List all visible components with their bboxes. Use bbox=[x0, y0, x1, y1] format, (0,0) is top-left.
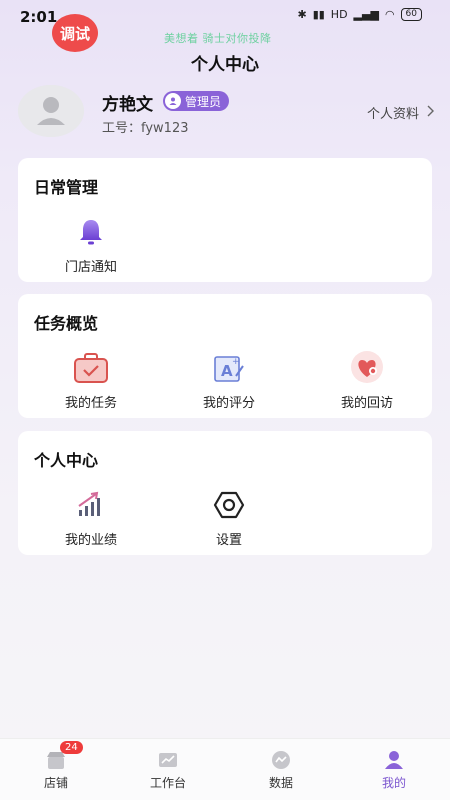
nav-label: 工作台 bbox=[149, 776, 186, 790]
user-name: 方艳文 bbox=[102, 95, 153, 115]
item-label: 设置 bbox=[215, 533, 242, 548]
my-revisit-item[interactable]: 我的回访 bbox=[312, 348, 422, 411]
nav-tab-mine[interactable]: 我的 bbox=[338, 739, 450, 800]
signal-icon: ▂▄▆ bbox=[353, 8, 379, 21]
profile-icon bbox=[383, 749, 405, 771]
wifi-icon: ◠ bbox=[384, 8, 395, 21]
bell-icon bbox=[71, 212, 111, 252]
settings-item[interactable]: 设置 bbox=[174, 485, 284, 548]
item-label: 我的回访 bbox=[340, 396, 393, 411]
store-badge: 24 bbox=[60, 741, 83, 754]
svg-text:+: + bbox=[232, 357, 240, 367]
vibrate-icon: ▮▮ bbox=[312, 8, 325, 21]
page-title: 个人中心 bbox=[191, 55, 259, 75]
nav-label: 我的 bbox=[381, 776, 406, 790]
card-title: 任务概览 bbox=[34, 314, 99, 333]
item-label: 我的评分 bbox=[202, 396, 255, 411]
avatar-placeholder-icon bbox=[18, 85, 84, 137]
heart-chat-icon bbox=[347, 348, 387, 388]
store-notice-item[interactable]: 门店通知 bbox=[36, 212, 146, 275]
profile-link[interactable]: 个人资料 bbox=[367, 103, 434, 122]
daily-management-card: 日常管理 门店通知 bbox=[18, 158, 432, 282]
battery-icon: 60 bbox=[400, 8, 422, 21]
nav-label: 店铺 bbox=[43, 776, 68, 790]
item-label: 我的任务 bbox=[64, 396, 117, 411]
nav-tab-data[interactable]: 数据 bbox=[225, 739, 337, 800]
debug-badge[interactable]: 调试 bbox=[52, 14, 98, 52]
task-overview-card: 任务概览 我的任务 A + 我的评分 我的回访 bbox=[18, 294, 432, 418]
gear-icon bbox=[209, 485, 249, 525]
performance-chart-icon bbox=[71, 485, 111, 525]
data-icon bbox=[270, 749, 292, 771]
nav-tab-store[interactable]: 24 店铺 bbox=[0, 739, 112, 800]
profile-link-label: 个人资料 bbox=[366, 107, 419, 122]
work-id: 工号：fyw123 bbox=[102, 121, 189, 136]
item-label: 我的业绩 bbox=[64, 533, 117, 548]
status-time: 2:01 bbox=[20, 8, 58, 26]
rating-icon: A + bbox=[209, 348, 249, 388]
avatar[interactable] bbox=[18, 85, 84, 137]
bottom-nav: 24 店铺 工作台 数据 我的 bbox=[0, 738, 450, 800]
signal-text: HD bbox=[330, 8, 348, 21]
role-label: 管理员 bbox=[185, 94, 222, 109]
personal-center-card: 个人中心 我的业绩 设置 bbox=[18, 431, 432, 555]
my-rating-item[interactable]: A + 我的评分 bbox=[174, 348, 284, 411]
nav-label: 数据 bbox=[268, 776, 293, 790]
card-title: 日常管理 bbox=[34, 178, 99, 197]
status-icons: ✱ ▮▮ HD ▂▄▆ ◠ 60 bbox=[297, 8, 422, 21]
user-icon bbox=[165, 93, 181, 109]
bluetooth-icon: ✱ bbox=[297, 8, 307, 21]
briefcase-check-icon bbox=[71, 348, 111, 388]
card-title: 个人中心 bbox=[34, 451, 99, 470]
workbench-icon bbox=[157, 749, 179, 771]
my-performance-item[interactable]: 我的业绩 bbox=[36, 485, 146, 548]
chevron-right-icon bbox=[427, 105, 434, 121]
role-badge: 管理员 bbox=[163, 91, 230, 111]
my-tasks-item[interactable]: 我的任务 bbox=[36, 348, 146, 411]
marquee-text: 美想着 骑士对你投降 bbox=[164, 32, 272, 45]
nav-tab-workbench[interactable]: 工作台 bbox=[112, 739, 224, 800]
item-label: 门店通知 bbox=[64, 260, 117, 275]
